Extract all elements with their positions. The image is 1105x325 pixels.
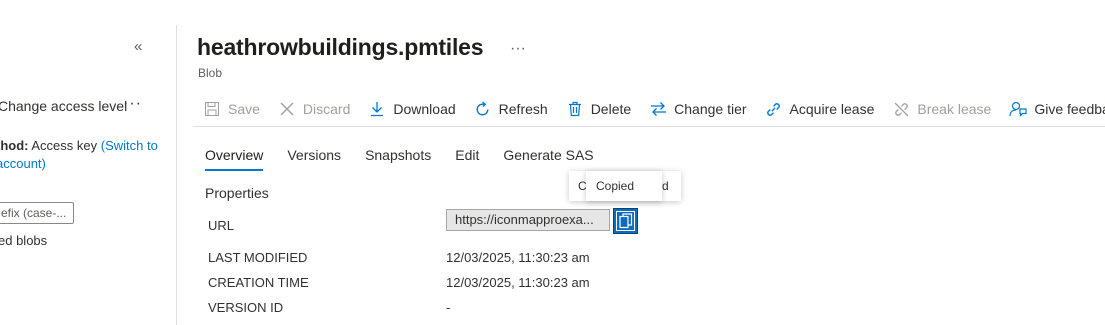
refresh-icon (474, 100, 492, 118)
discard-label: Discard (302, 101, 351, 117)
broken-link-icon (892, 100, 910, 118)
last-modified-label: LAST MODIFIED (208, 250, 308, 265)
acquire-lease-button[interactable]: Acquire lease (765, 100, 875, 118)
tab-generate-sas[interactable]: Generate SAS (503, 147, 593, 171)
break-lease-button[interactable]: Break lease (892, 100, 991, 118)
page-subtitle: Blob (198, 66, 223, 80)
copy-icon (618, 213, 633, 229)
download-icon (368, 100, 386, 118)
link-icon (765, 100, 783, 118)
show-deleted-blobs-label[interactable]: ed blobs (0, 233, 47, 248)
change-tier-label: Change tier (674, 101, 747, 117)
switch-auth-link[interactable]: (Switch to (101, 138, 158, 153)
command-bar: Save Discard Download Refresh Delete Cha… (203, 96, 1105, 122)
toolbar-divider (193, 126, 1105, 127)
trash-icon (566, 100, 584, 118)
auth-method-label: thod: (0, 138, 29, 153)
copied-tooltip: Copied (586, 171, 662, 201)
page-title: heathrowbuildings.pmtiles (197, 34, 484, 60)
delete-label: Delete (590, 101, 632, 117)
creation-time-value: 12/03/2025, 11:30:23 am (446, 275, 590, 290)
swap-icon (649, 100, 667, 118)
version-id-value: - (446, 300, 451, 315)
break-lease-label: Break lease (917, 101, 992, 117)
auth-method-value: Access key (31, 138, 98, 153)
save-label: Save (228, 101, 260, 117)
prefix-search-input[interactable]: efix (case-... (0, 202, 74, 224)
download-label: Download (393, 101, 456, 117)
creation-time-label: CREATION TIME (208, 275, 309, 290)
save-button[interactable]: Save (203, 100, 260, 118)
properties-heading: Properties (205, 185, 269, 201)
last-modified-value: 12/03/2025, 11:30:23 am (446, 250, 590, 265)
delete-button[interactable]: Delete (566, 100, 631, 118)
save-icon (203, 100, 221, 118)
title-more-icon[interactable]: ··· (510, 40, 526, 58)
tab-snapshots[interactable]: Snapshots (365, 147, 431, 171)
give-feedback-label: Give feedback (1034, 101, 1105, 117)
tab-versions[interactable]: Versions (287, 147, 341, 171)
refresh-button[interactable]: Refresh (474, 100, 548, 118)
change-tier-button[interactable]: Change tier (649, 100, 747, 118)
url-label: URL (208, 218, 235, 233)
acquire-lease-label: Acquire lease (789, 101, 875, 117)
download-button[interactable]: Download (368, 100, 456, 118)
panel-divider (176, 25, 177, 325)
discard-button[interactable]: Discard (278, 100, 350, 118)
tab-overview[interactable]: Overview (205, 147, 264, 171)
authentication-method: thod: Access key (Switch to account) (0, 137, 176, 173)
close-icon (278, 100, 296, 118)
tab-edit[interactable]: Edit (455, 147, 479, 171)
url-field[interactable]: https://iconmapproexa... (446, 209, 610, 231)
refresh-label: Refresh (498, 101, 548, 117)
tab-strip: Overview Versions Snapshots Edit Generat… (205, 147, 618, 171)
left-panel: « Change access level ··· thod: Access k… (0, 0, 176, 325)
double-chevron-left-icon[interactable]: « (134, 38, 142, 55)
copy-to-clipboard-button[interactable] (613, 208, 638, 234)
change-access-level-button[interactable]: Change access level (0, 98, 127, 114)
switch-auth-link-cont[interactable]: account) (0, 156, 46, 171)
left-more-icon[interactable]: ··· (123, 95, 142, 113)
give-feedback-button[interactable]: Give feedback (1009, 100, 1105, 118)
version-id-label: VERSION ID (208, 300, 284, 315)
feedback-icon (1009, 100, 1027, 118)
